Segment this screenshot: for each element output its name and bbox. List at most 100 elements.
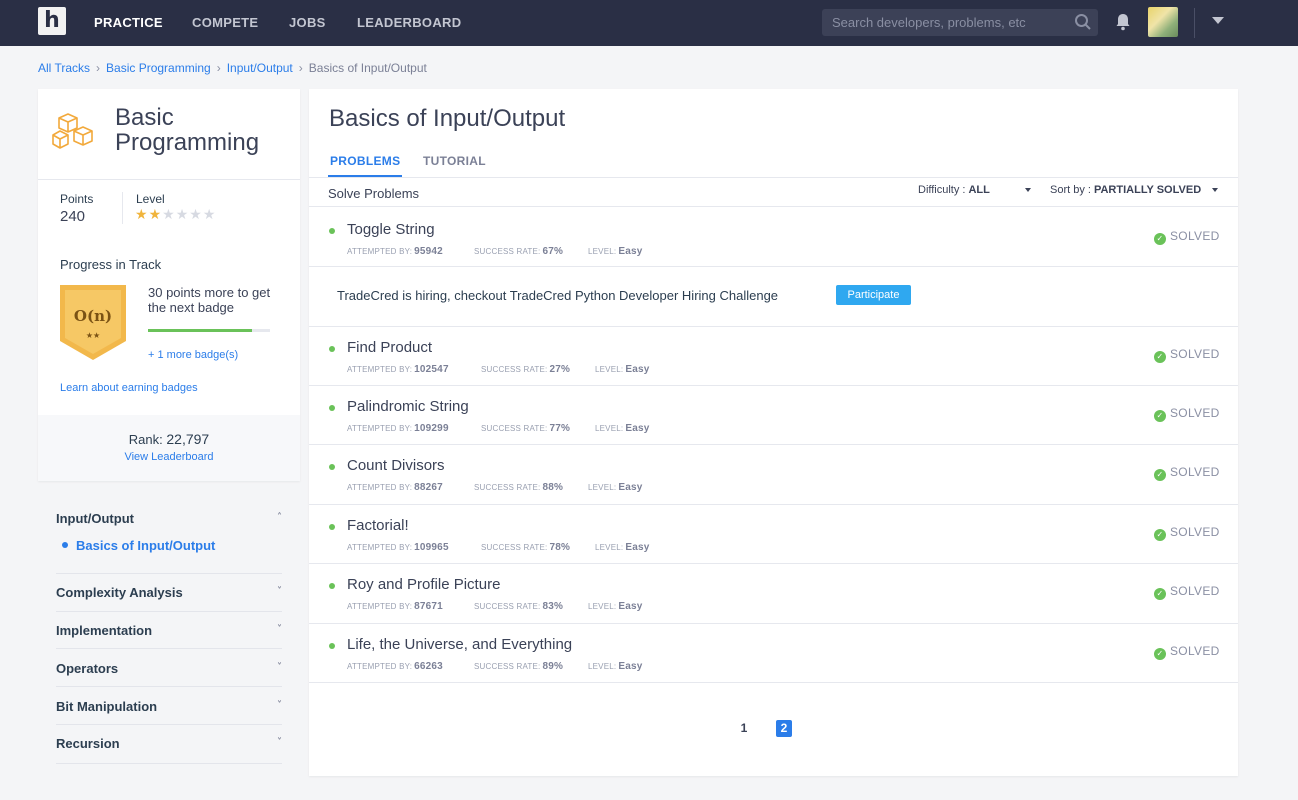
problem-row[interactable]: Toggle String ATTEMPTED BY: 95942 SUCCESS R… (309, 208, 1238, 267)
tab-tutorial[interactable]: TUTORIAL (423, 154, 486, 168)
cubes-icon (52, 113, 93, 149)
status-label: SOLVED (1170, 644, 1220, 658)
nav-compete[interactable]: COMPETE (192, 15, 258, 30)
meta-value: 87671 (414, 601, 443, 612)
tab-problems[interactable]: PROBLEMS (330, 154, 400, 168)
page-title: Basics of Input/Output (329, 105, 566, 132)
menu-section-implementation[interactable]: Implementation ˅ (56, 623, 282, 638)
status-dot (329, 583, 335, 589)
progress-title: Progress in Track (60, 257, 162, 272)
difficulty-level: LEVEL: Easy (588, 482, 643, 493)
menu-section-label: Recursion (56, 736, 120, 751)
top-nav: h PRACTICE COMPETE JOBS LEADERBOARD (0, 0, 1298, 46)
menu-section-recursion[interactable]: Recursion ˅ (56, 736, 282, 751)
meta-label: LEVEL: (588, 662, 617, 671)
avatar[interactable] (1148, 7, 1178, 37)
badge-label: O(n) (73, 307, 113, 325)
meta-value: Easy (618, 661, 643, 672)
points-value: 240 (60, 208, 86, 225)
difficulty-level: LEVEL: Easy (588, 601, 643, 612)
status-dot (329, 464, 335, 470)
meta-label: LEVEL: (595, 365, 624, 374)
menu-section-input-output[interactable]: Input/Output ˄ (56, 511, 282, 526)
breadcrumb-basic-programming[interactable]: Basic Programming (106, 61, 211, 75)
problem-title[interactable]: Find Product (347, 339, 432, 356)
problem-title[interactable]: Life, the Universe, and Everything (347, 636, 572, 653)
nav-leaderboard[interactable]: LEADERBOARD (357, 15, 461, 30)
meta-label: SUCCESS RATE: (474, 602, 541, 611)
problem-title[interactable]: Count Divisors (347, 457, 445, 474)
participate-button[interactable]: Participate (836, 285, 911, 305)
problem-row[interactable]: Factorial! ATTEMPTED BY: 109965 SUCCESS RAT… (309, 504, 1238, 563)
success-rate: SUCCESS RATE: 27% (481, 364, 570, 375)
page-2-link[interactable]: 2 (776, 720, 792, 737)
status-label: SOLVED (1170, 465, 1220, 479)
page-1-link[interactable]: 1 (736, 720, 752, 737)
menu-item-basics-input-output[interactable]: Basics of Input/Output (62, 538, 215, 553)
problem-row[interactable]: Life, the Universe, and Everything ATTEMP… (309, 623, 1238, 682)
star-icon: ★ (202, 207, 217, 223)
learn-badges-link[interactable]: Learn about earning badges (60, 382, 198, 394)
divider (309, 266, 1238, 267)
problem-title[interactable]: Toggle String (347, 221, 435, 238)
problem-row[interactable]: Find Product ATTEMPTED BY: 102547 SUCCESS R… (309, 326, 1238, 385)
track-card: Basic Programming Points 240 Level ★★★★★… (38, 89, 300, 481)
success-rate: SUCCESS RATE: 83% (474, 601, 563, 612)
nav-jobs[interactable]: JOBS (289, 15, 326, 30)
problem-title[interactable]: Palindromic String (347, 398, 469, 415)
points-label: Points (60, 192, 94, 206)
menu-section-label: Input/Output (56, 511, 134, 526)
difficulty-level: LEVEL: Easy (595, 364, 650, 375)
problem-row[interactable]: Count Divisors ATTEMPTED BY: 88267 SUCCESS … (309, 444, 1238, 503)
menu-section-bit-manipulation[interactable]: Bit Manipulation ˅ (56, 699, 282, 714)
caret-down-icon[interactable] (1212, 17, 1224, 24)
star-icon: ★ (148, 207, 163, 223)
breadcrumb-all-tracks[interactable]: All Tracks (38, 61, 90, 75)
meta-label: ATTEMPTED BY: (347, 247, 413, 256)
logo[interactable]: h (38, 7, 66, 35)
meta-label: SUCCESS RATE: (474, 483, 541, 492)
caret-down-icon[interactable] (1025, 188, 1031, 192)
meta-value: 109965 (414, 542, 449, 553)
meta-label: ATTEMPTED BY: (347, 602, 413, 611)
difficulty-filter[interactable]: Difficulty : ALL (918, 184, 990, 196)
bell-icon[interactable] (1115, 13, 1131, 31)
status-label: SOLVED (1170, 406, 1220, 420)
sort-by-filter[interactable]: Sort by : PARTIALLY SOLVED (1050, 184, 1201, 196)
breadcrumb: All Tracks › Basic Programming › Input/Outpu… (38, 61, 427, 75)
meta-label: LEVEL: (588, 602, 617, 611)
chevron-up-icon: ˄ (277, 512, 282, 523)
menu-section-operators[interactable]: Operators ˅ (56, 661, 282, 676)
meta-value: 88% (542, 482, 564, 493)
menu-section-complexity-analysis[interactable]: Complexity Analysis ˅ (56, 585, 282, 600)
meta-value: 88267 (414, 482, 443, 493)
difficulty-level: LEVEL: Easy (595, 542, 650, 553)
problem-title[interactable]: Factorial! (347, 517, 409, 534)
problem-title[interactable]: Roy and Profile Picture (347, 576, 500, 593)
star-icon: ★ (189, 207, 203, 223)
search-icon[interactable] (1074, 13, 1092, 31)
star-icon: ★ (175, 207, 190, 223)
status-label: SOLVED (1170, 229, 1220, 243)
rank-box (38, 415, 300, 481)
breadcrumb-input-output[interactable]: Input/Output (227, 61, 293, 75)
divider (56, 611, 282, 612)
divider (309, 623, 1238, 624)
attempted-by: ATTEMPTED BY: 109299 (347, 423, 449, 434)
meta-value: 89% (542, 661, 564, 672)
track-title[interactable]: Basic Programming (115, 105, 295, 155)
meta-value: Easy (618, 482, 643, 493)
more-badges-link[interactable]: + 1 more badge(s) (148, 349, 238, 361)
problem-row[interactable]: Roy and Profile Picture ATTEMPTED BY: 8767… (309, 563, 1238, 622)
nav-practice[interactable]: PRACTICE (94, 15, 163, 30)
problems-panel: Basics of Input/Output PROBLEMS TUTORIAL… (309, 89, 1238, 776)
level-stars: ★★★★★★ (135, 207, 216, 223)
problem-row[interactable]: Palindromic String ATTEMPTED BY: 109299 SUC… (309, 385, 1238, 444)
caret-down-icon[interactable] (1212, 188, 1218, 192)
chevron-down-icon: ˅ (277, 662, 282, 673)
view-leaderboard-link[interactable]: View Leaderboard (38, 451, 300, 463)
attempted-by: ATTEMPTED BY: 109965 (347, 542, 449, 553)
search-input[interactable] (822, 9, 1066, 36)
success-rate: SUCCESS RATE: 78% (481, 542, 570, 553)
check-circle-icon: ✓ (1154, 648, 1166, 660)
